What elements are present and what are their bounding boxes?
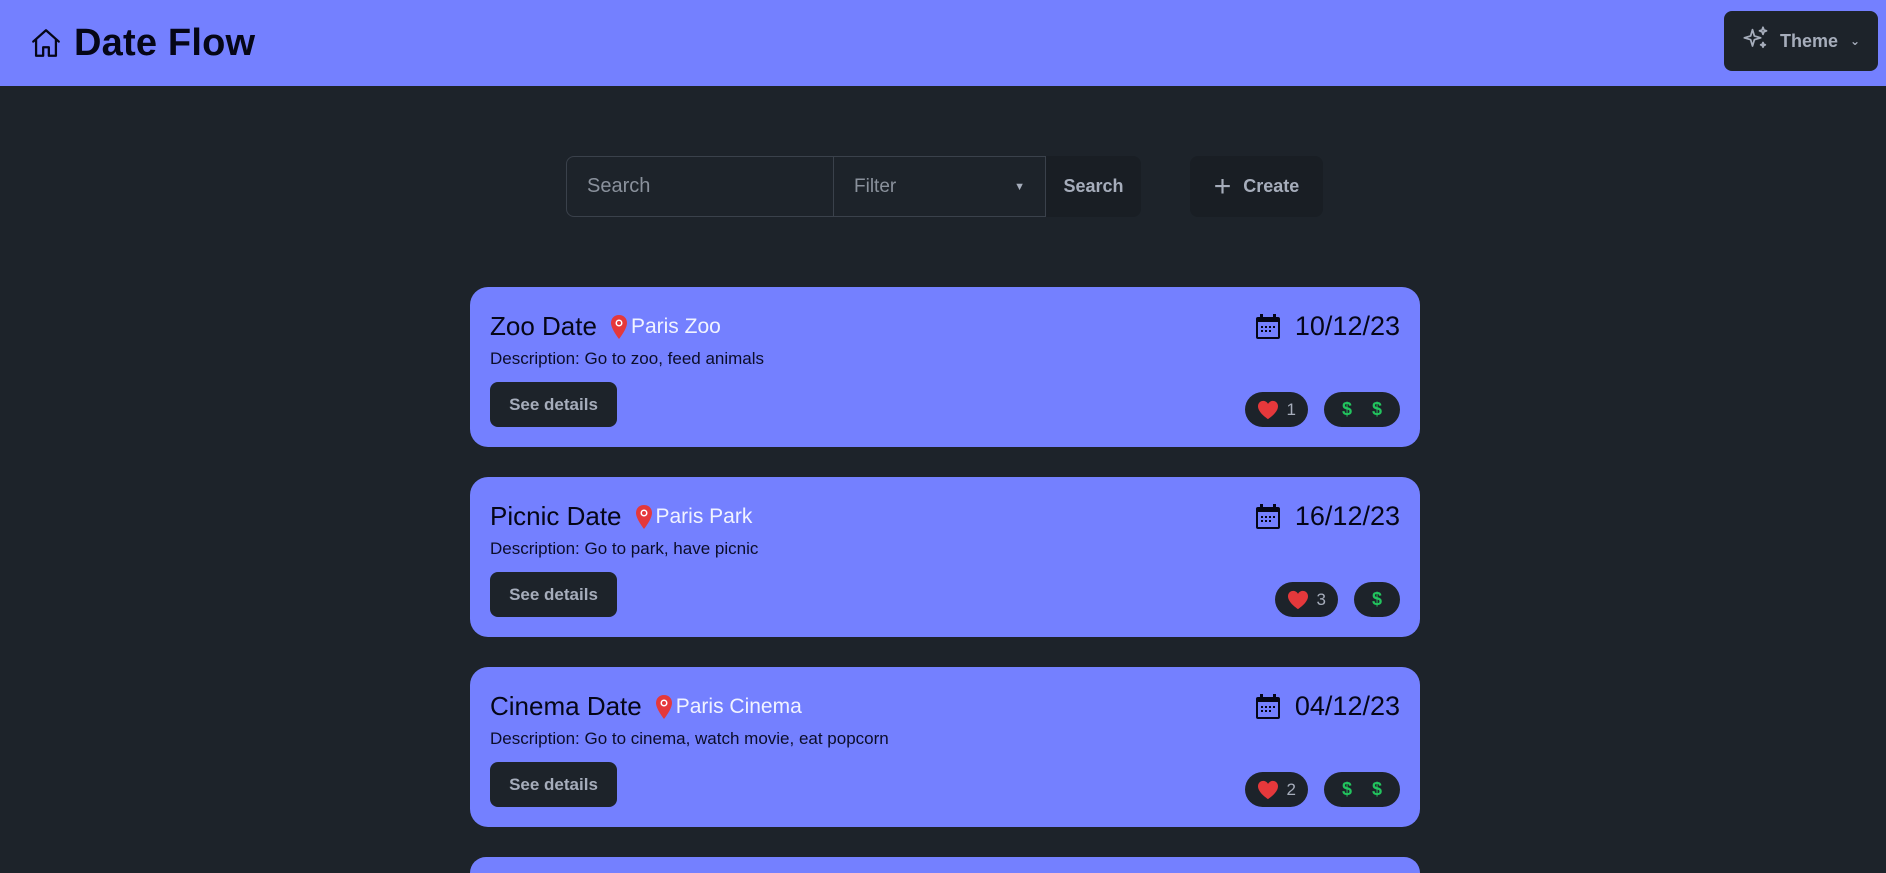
card-location: Paris Park — [634, 504, 753, 530]
calendar-icon — [1255, 693, 1281, 720]
like-count: 3 — [1316, 589, 1326, 609]
card-badges: 2 $ $ — [1244, 772, 1400, 807]
caret-down-icon: ▼ — [1014, 180, 1025, 193]
map-pin-icon — [634, 504, 654, 530]
price-badge: $ $ — [1323, 772, 1400, 807]
navbar: Date Flow — [0, 0, 1886, 86]
chevron-down-icon: ⌄ — [1849, 34, 1861, 48]
search-input[interactable] — [566, 156, 834, 217]
map-pin-icon — [654, 694, 674, 720]
location-text: Paris Zoo — [630, 314, 721, 338]
location-text: Paris Cinema — [675, 694, 802, 718]
date-text: 10/12/23 — [1294, 311, 1400, 341]
filter-select[interactable]: Filter ▼ — [834, 156, 1046, 217]
date-text: 16/12/23 — [1294, 501, 1400, 531]
card-description: Description: Go to cinema, watch movie, … — [490, 729, 889, 748]
location-text: Paris Park — [655, 504, 753, 528]
heart-icon — [1257, 780, 1279, 800]
brand[interactable]: Date Flow — [28, 22, 255, 65]
card-badges: 3 $ — [1274, 582, 1400, 617]
date-card: Cinema Date Paris Cinema 04/12/23 Descri… — [470, 667, 1420, 827]
dollar-icon: $ — [1341, 779, 1352, 799]
likes-badge[interactable]: 2 — [1244, 772, 1308, 807]
card-title: Zoo Date — [490, 311, 597, 341]
calendar-icon — [1255, 313, 1281, 340]
search-bar: Filter ▼ Search — [566, 156, 1141, 217]
card-description: Description: Go to park, have picnic — [490, 539, 759, 558]
create-label: Create — [1243, 176, 1300, 196]
dollar-icon: $ — [1371, 399, 1382, 419]
card-date: 04/12/23 — [1255, 691, 1400, 722]
dollar-icon: $ — [1341, 399, 1352, 419]
map-pin-icon — [609, 314, 629, 340]
card-header: Picnic Date Paris Park — [490, 501, 752, 532]
see-details-button[interactable]: See details — [490, 382, 617, 427]
card-header: Zoo Date Paris Zoo — [490, 311, 721, 342]
create-button[interactable]: + Create — [1190, 156, 1323, 217]
card-title: Cinema Date — [490, 691, 642, 721]
card-badges: 1 $ $ — [1244, 392, 1400, 427]
filter-placeholder: Filter — [854, 175, 897, 197]
app-title: Date Flow — [74, 21, 256, 64]
price-badge: $ $ — [1323, 392, 1400, 427]
card-date: 10/12/23 — [1255, 311, 1400, 342]
card-location: Paris Zoo — [609, 314, 721, 340]
see-details-button[interactable]: See details — [490, 762, 617, 807]
theme-label: Theme — [1779, 30, 1838, 51]
sparkles-icon — [1742, 25, 1770, 58]
likes-badge[interactable]: 3 — [1274, 582, 1338, 617]
calendar-icon — [1255, 503, 1281, 530]
see-details-button[interactable]: See details — [490, 572, 617, 617]
like-count: 2 — [1286, 779, 1296, 799]
dollar-icon: $ — [1371, 779, 1382, 799]
card-description: Description: Go to zoo, feed animals — [490, 349, 765, 368]
price-badge: $ — [1353, 582, 1400, 617]
like-count: 1 — [1286, 399, 1296, 419]
card-title: Picnic Date — [490, 501, 622, 531]
date-text: 04/12/23 — [1294, 691, 1400, 721]
likes-badge[interactable]: 1 — [1244, 392, 1308, 427]
date-card: Zoo Date Paris Zoo 10/12/23 Description:… — [470, 287, 1420, 447]
heart-icon — [1287, 590, 1309, 610]
date-card — [470, 857, 1420, 873]
date-card: Picnic Date Paris Park 16/12/23 Descript… — [470, 477, 1420, 637]
card-location: Paris Cinema — [654, 694, 802, 720]
heart-icon — [1257, 400, 1279, 420]
search-button[interactable]: Search — [1046, 156, 1141, 217]
plus-icon: + — [1213, 169, 1232, 203]
theme-button[interactable]: Theme ⌄ — [1724, 11, 1878, 71]
card-date: 16/12/23 — [1255, 501, 1400, 532]
dollar-icon: $ — [1371, 589, 1382, 609]
card-header: Cinema Date Paris Cinema — [490, 691, 802, 722]
home-icon[interactable] — [28, 25, 64, 61]
